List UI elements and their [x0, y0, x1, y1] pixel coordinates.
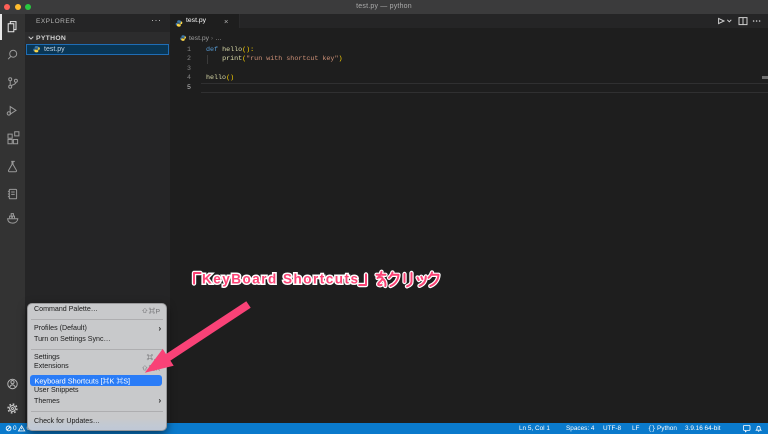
svg-text:KeyBoard Shortcuts: KeyBoard Shortcuts — [202, 272, 360, 287]
